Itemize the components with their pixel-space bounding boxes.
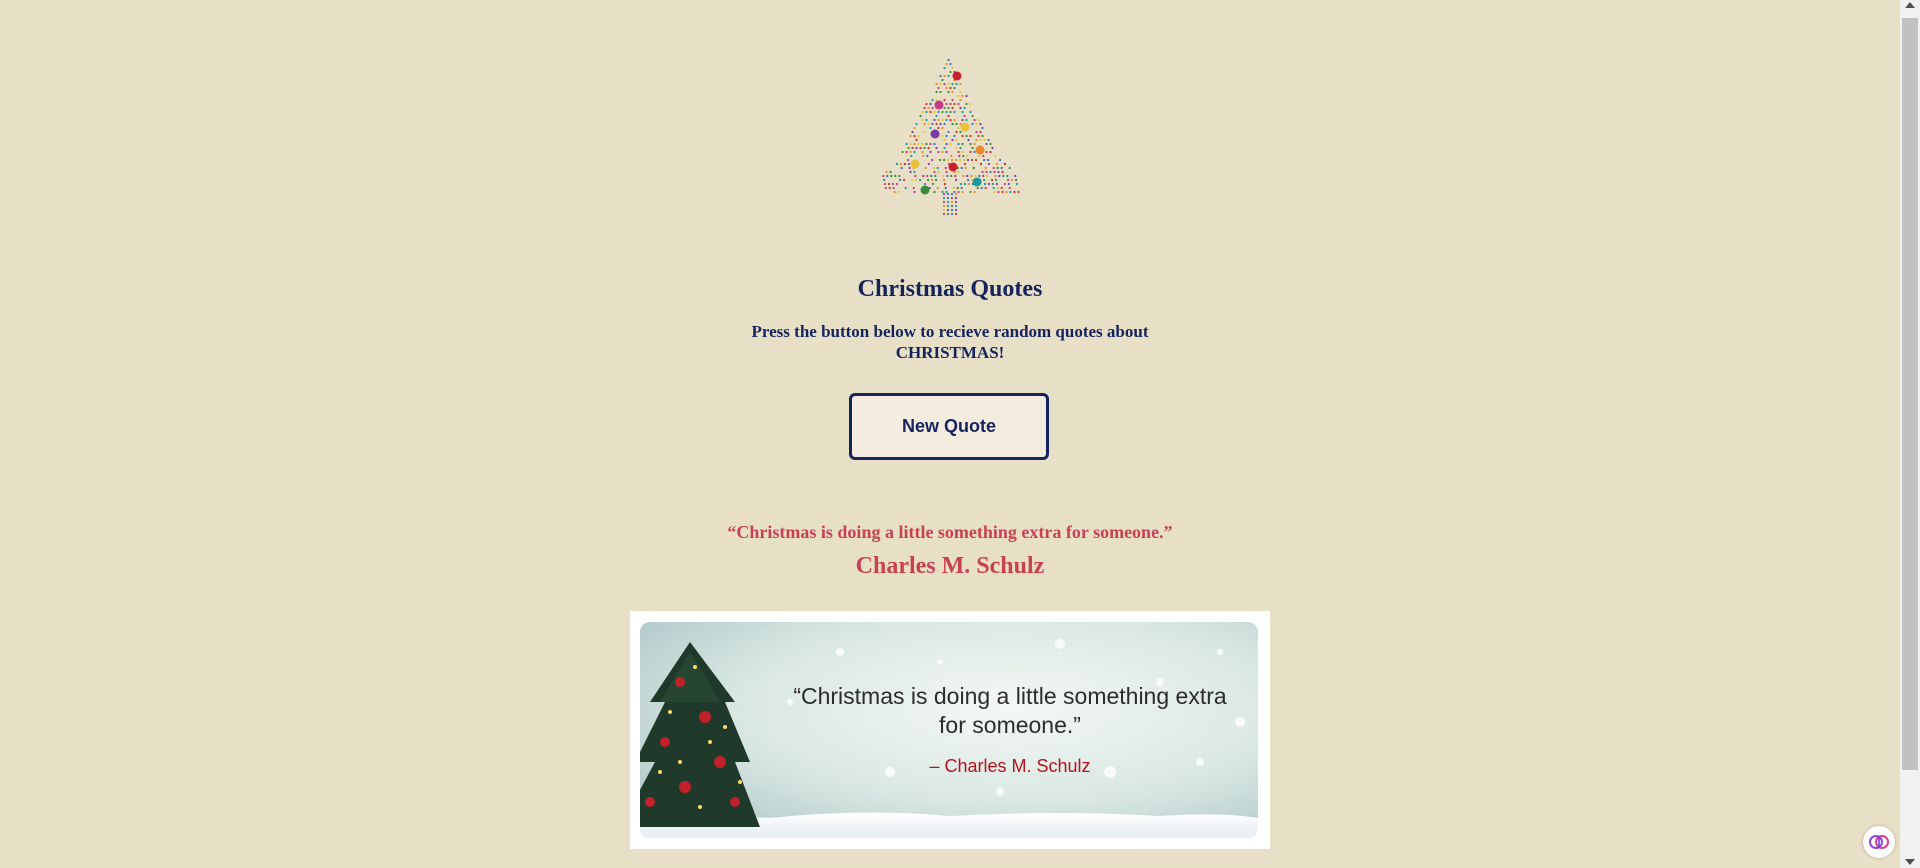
scroll-up-arrow-icon[interactable] — [1905, 2, 1915, 8]
new-quote-button[interactable]: New Quote — [849, 393, 1049, 460]
scrollbar-thumb[interactable] — [1902, 18, 1918, 770]
image-quote-text: “Christmas is doing a little something e… — [793, 683, 1227, 738]
scroll-down-arrow-icon[interactable] — [1905, 859, 1915, 865]
image-quote-author: – Charles M. Schulz — [929, 756, 1091, 776]
quote-text: “Christmas is doing a little something e… — [727, 522, 1173, 542]
quote-image: “Christmas is doing a little something e… — [630, 611, 1270, 849]
page: Christmas Quotes Press the button below … — [0, 0, 1900, 868]
quote-author: Charles M. Schulz — [855, 553, 1045, 579]
page-title: Christmas Quotes — [857, 276, 1043, 302]
vertical-scrollbar[interactable] — [1900, 0, 1920, 868]
quote-image-inner: “Christmas is doing a little something e… — [640, 622, 1258, 838]
christmas-tree-icon — [882, 58, 1020, 216]
page-subtitle: Press the button below to recieve random… — [751, 322, 1149, 362]
brain-icon[interactable] — [1863, 826, 1895, 858]
